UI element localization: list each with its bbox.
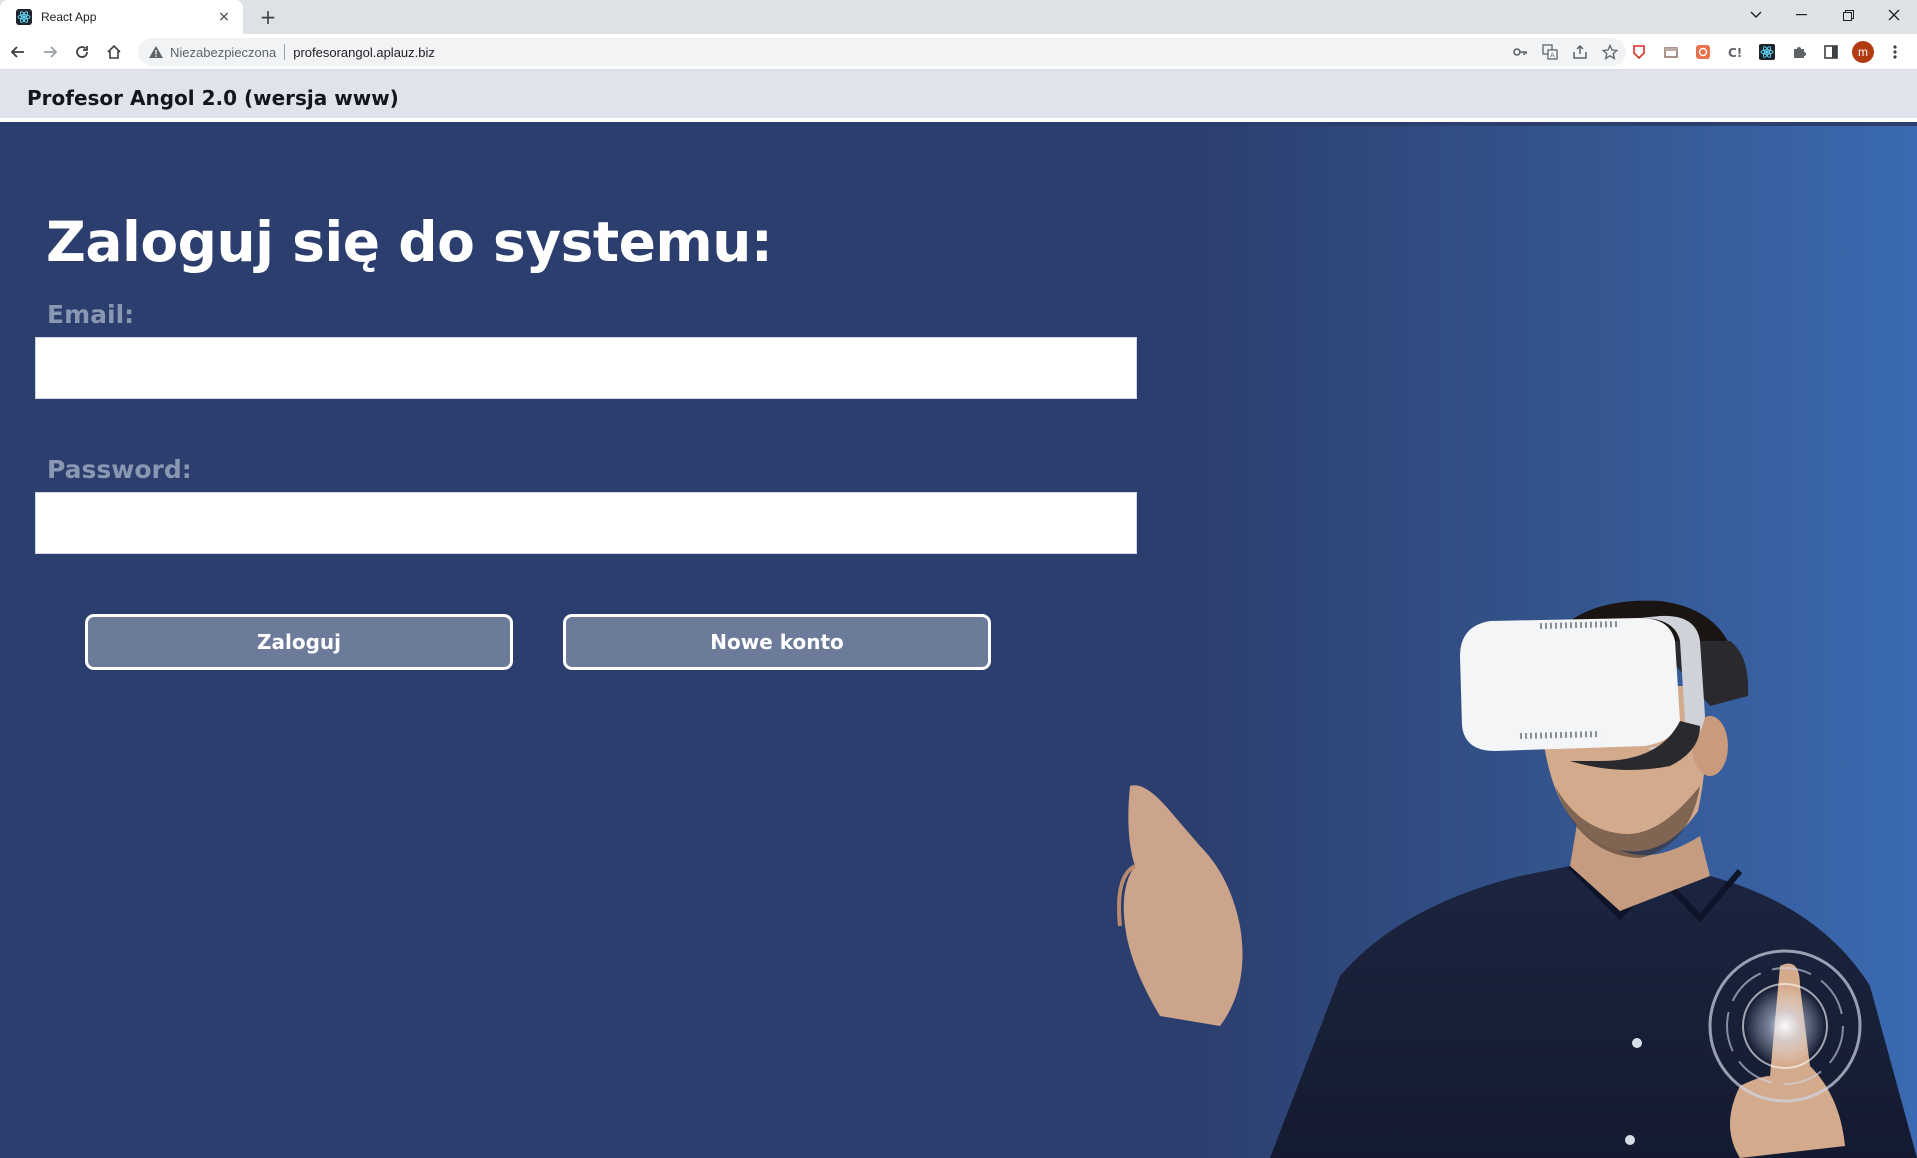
bookmark-star-icon[interactable] xyxy=(1602,44,1618,60)
app-header: Profesor Angol 2.0 (wersja www) xyxy=(0,70,1917,122)
password-label: Password: xyxy=(47,455,192,484)
restore-icon[interactable] xyxy=(1825,0,1871,30)
new-account-button[interactable]: Nowe konto xyxy=(563,614,991,670)
translate-icon[interactable]: A xyxy=(1542,44,1558,60)
tab-search-icon[interactable] xyxy=(1733,0,1779,30)
back-icon[interactable] xyxy=(4,38,32,66)
extension-window-icon[interactable] xyxy=(1660,41,1682,63)
extensions-bar: C! m xyxy=(1628,41,1906,63)
share-icon[interactable] xyxy=(1572,44,1588,60)
address-bar[interactable]: Niezabezpieczona profesorangol.aplauz.bi… xyxy=(138,38,1626,66)
forward-icon[interactable] xyxy=(36,38,64,66)
svg-text:A: A xyxy=(1550,52,1555,60)
security-status[interactable]: Niezabezpieczona xyxy=(170,45,276,60)
new-tab-button[interactable]: + xyxy=(256,5,280,29)
side-panel-icon[interactable] xyxy=(1820,41,1842,63)
extension-target-icon[interactable] xyxy=(1692,41,1714,63)
svg-text:C!: C! xyxy=(1728,46,1742,60)
browser-tab[interactable]: React App × xyxy=(0,0,243,34)
email-field[interactable] xyxy=(35,337,1137,399)
login-button[interactable]: Zaloguj xyxy=(85,614,513,670)
address-divider xyxy=(284,44,286,60)
address-bar-actions: A xyxy=(1512,44,1618,60)
extensions-puzzle-icon[interactable] xyxy=(1788,41,1810,63)
warning-icon[interactable] xyxy=(148,44,164,60)
extension-code-icon[interactable]: C! xyxy=(1724,41,1746,63)
home-icon[interactable] xyxy=(100,38,128,66)
tab-title: React App xyxy=(41,10,97,24)
reload-icon[interactable] xyxy=(68,38,96,66)
extension-shield-icon[interactable] xyxy=(1628,41,1650,63)
browser-menu-icon[interactable] xyxy=(1884,41,1906,63)
close-window-icon[interactable] xyxy=(1871,0,1917,30)
minimize-icon[interactable] xyxy=(1778,0,1824,30)
browser-tab-strip: React App × + xyxy=(0,0,1917,34)
login-heading: Zaloguj się do systemu: xyxy=(46,210,773,274)
react-favicon-icon xyxy=(16,9,32,25)
tab-close-icon[interactable]: × xyxy=(215,9,233,25)
password-field[interactable] xyxy=(35,492,1137,554)
url-text[interactable]: profesorangol.aplauz.biz xyxy=(293,45,435,60)
app-title: Profesor Angol 2.0 (wersja www) xyxy=(27,86,399,110)
profile-avatar[interactable]: m xyxy=(1852,41,1874,63)
extension-react-icon[interactable] xyxy=(1756,41,1778,63)
login-page: Zaloguj się do systemu: Email: Password:… xyxy=(0,126,1917,1158)
vr-headset-person-illustration xyxy=(1117,600,1917,1158)
email-label: Email: xyxy=(47,300,135,329)
key-icon[interactable] xyxy=(1512,44,1528,60)
browser-toolbar: Niezabezpieczona profesorangol.aplauz.bi… xyxy=(0,34,1917,70)
